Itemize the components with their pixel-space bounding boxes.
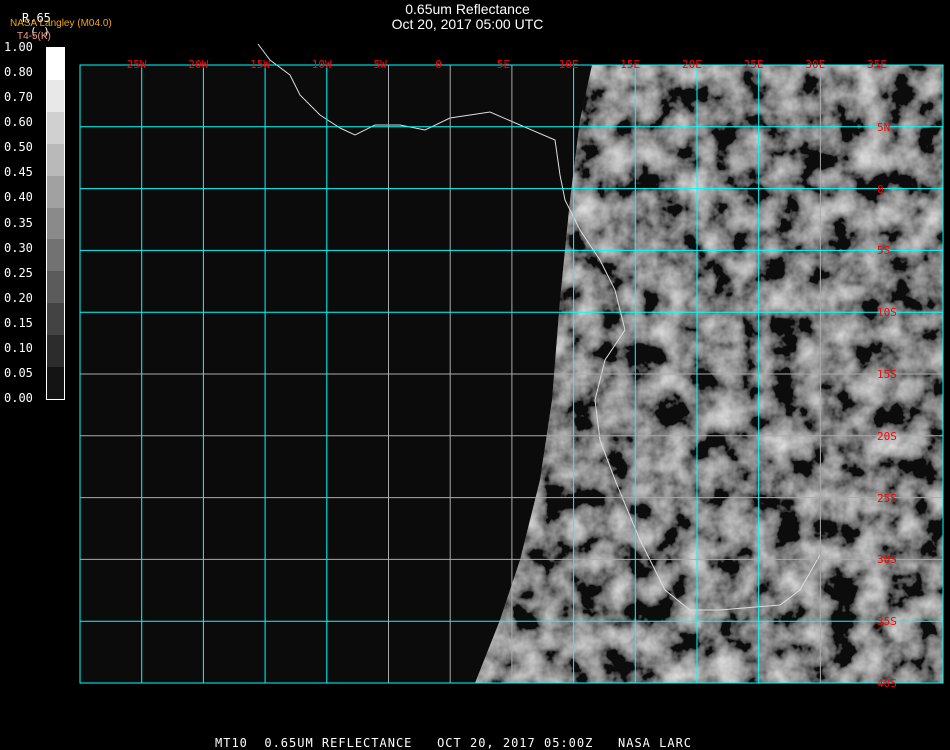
- longitude-label: 10E: [558, 58, 579, 71]
- longitude-label: 35E: [867, 58, 887, 71]
- latitude-label: 20S: [877, 429, 897, 443]
- longitude-label: 10W: [311, 58, 332, 71]
- longitude-label: 25E: [743, 58, 764, 71]
- latitude-label: 0: [877, 182, 884, 196]
- longitude-label: 20E: [682, 58, 702, 71]
- longitude-label: 20W: [188, 58, 209, 71]
- latitude-label: 10S: [877, 306, 897, 320]
- longitude-label: 0: [435, 58, 442, 71]
- longitude-label: 30E: [805, 58, 826, 71]
- latitude-label: 15S: [877, 368, 897, 381]
- longitude-label: 15W: [250, 58, 270, 71]
- latitude-label: 30S: [877, 553, 897, 567]
- footer-caption: MT10 0.65UM REFLECTANCE OCT 20, 2017 05:…: [215, 736, 693, 750]
- longitude-label: 5W: [373, 58, 387, 71]
- satellite-map: [79, 43, 944, 684]
- longitude-label: 15E: [620, 58, 641, 71]
- latitude-label: 25S: [877, 491, 897, 505]
- latitude-label: 5N: [877, 120, 891, 134]
- latitude-label: 40S: [877, 677, 897, 690]
- longitude-label: 5E: [496, 58, 511, 71]
- latitude-label: 5S: [877, 244, 891, 258]
- longitude-label: 25W: [126, 58, 147, 71]
- latitude-label: 35S: [877, 615, 897, 629]
